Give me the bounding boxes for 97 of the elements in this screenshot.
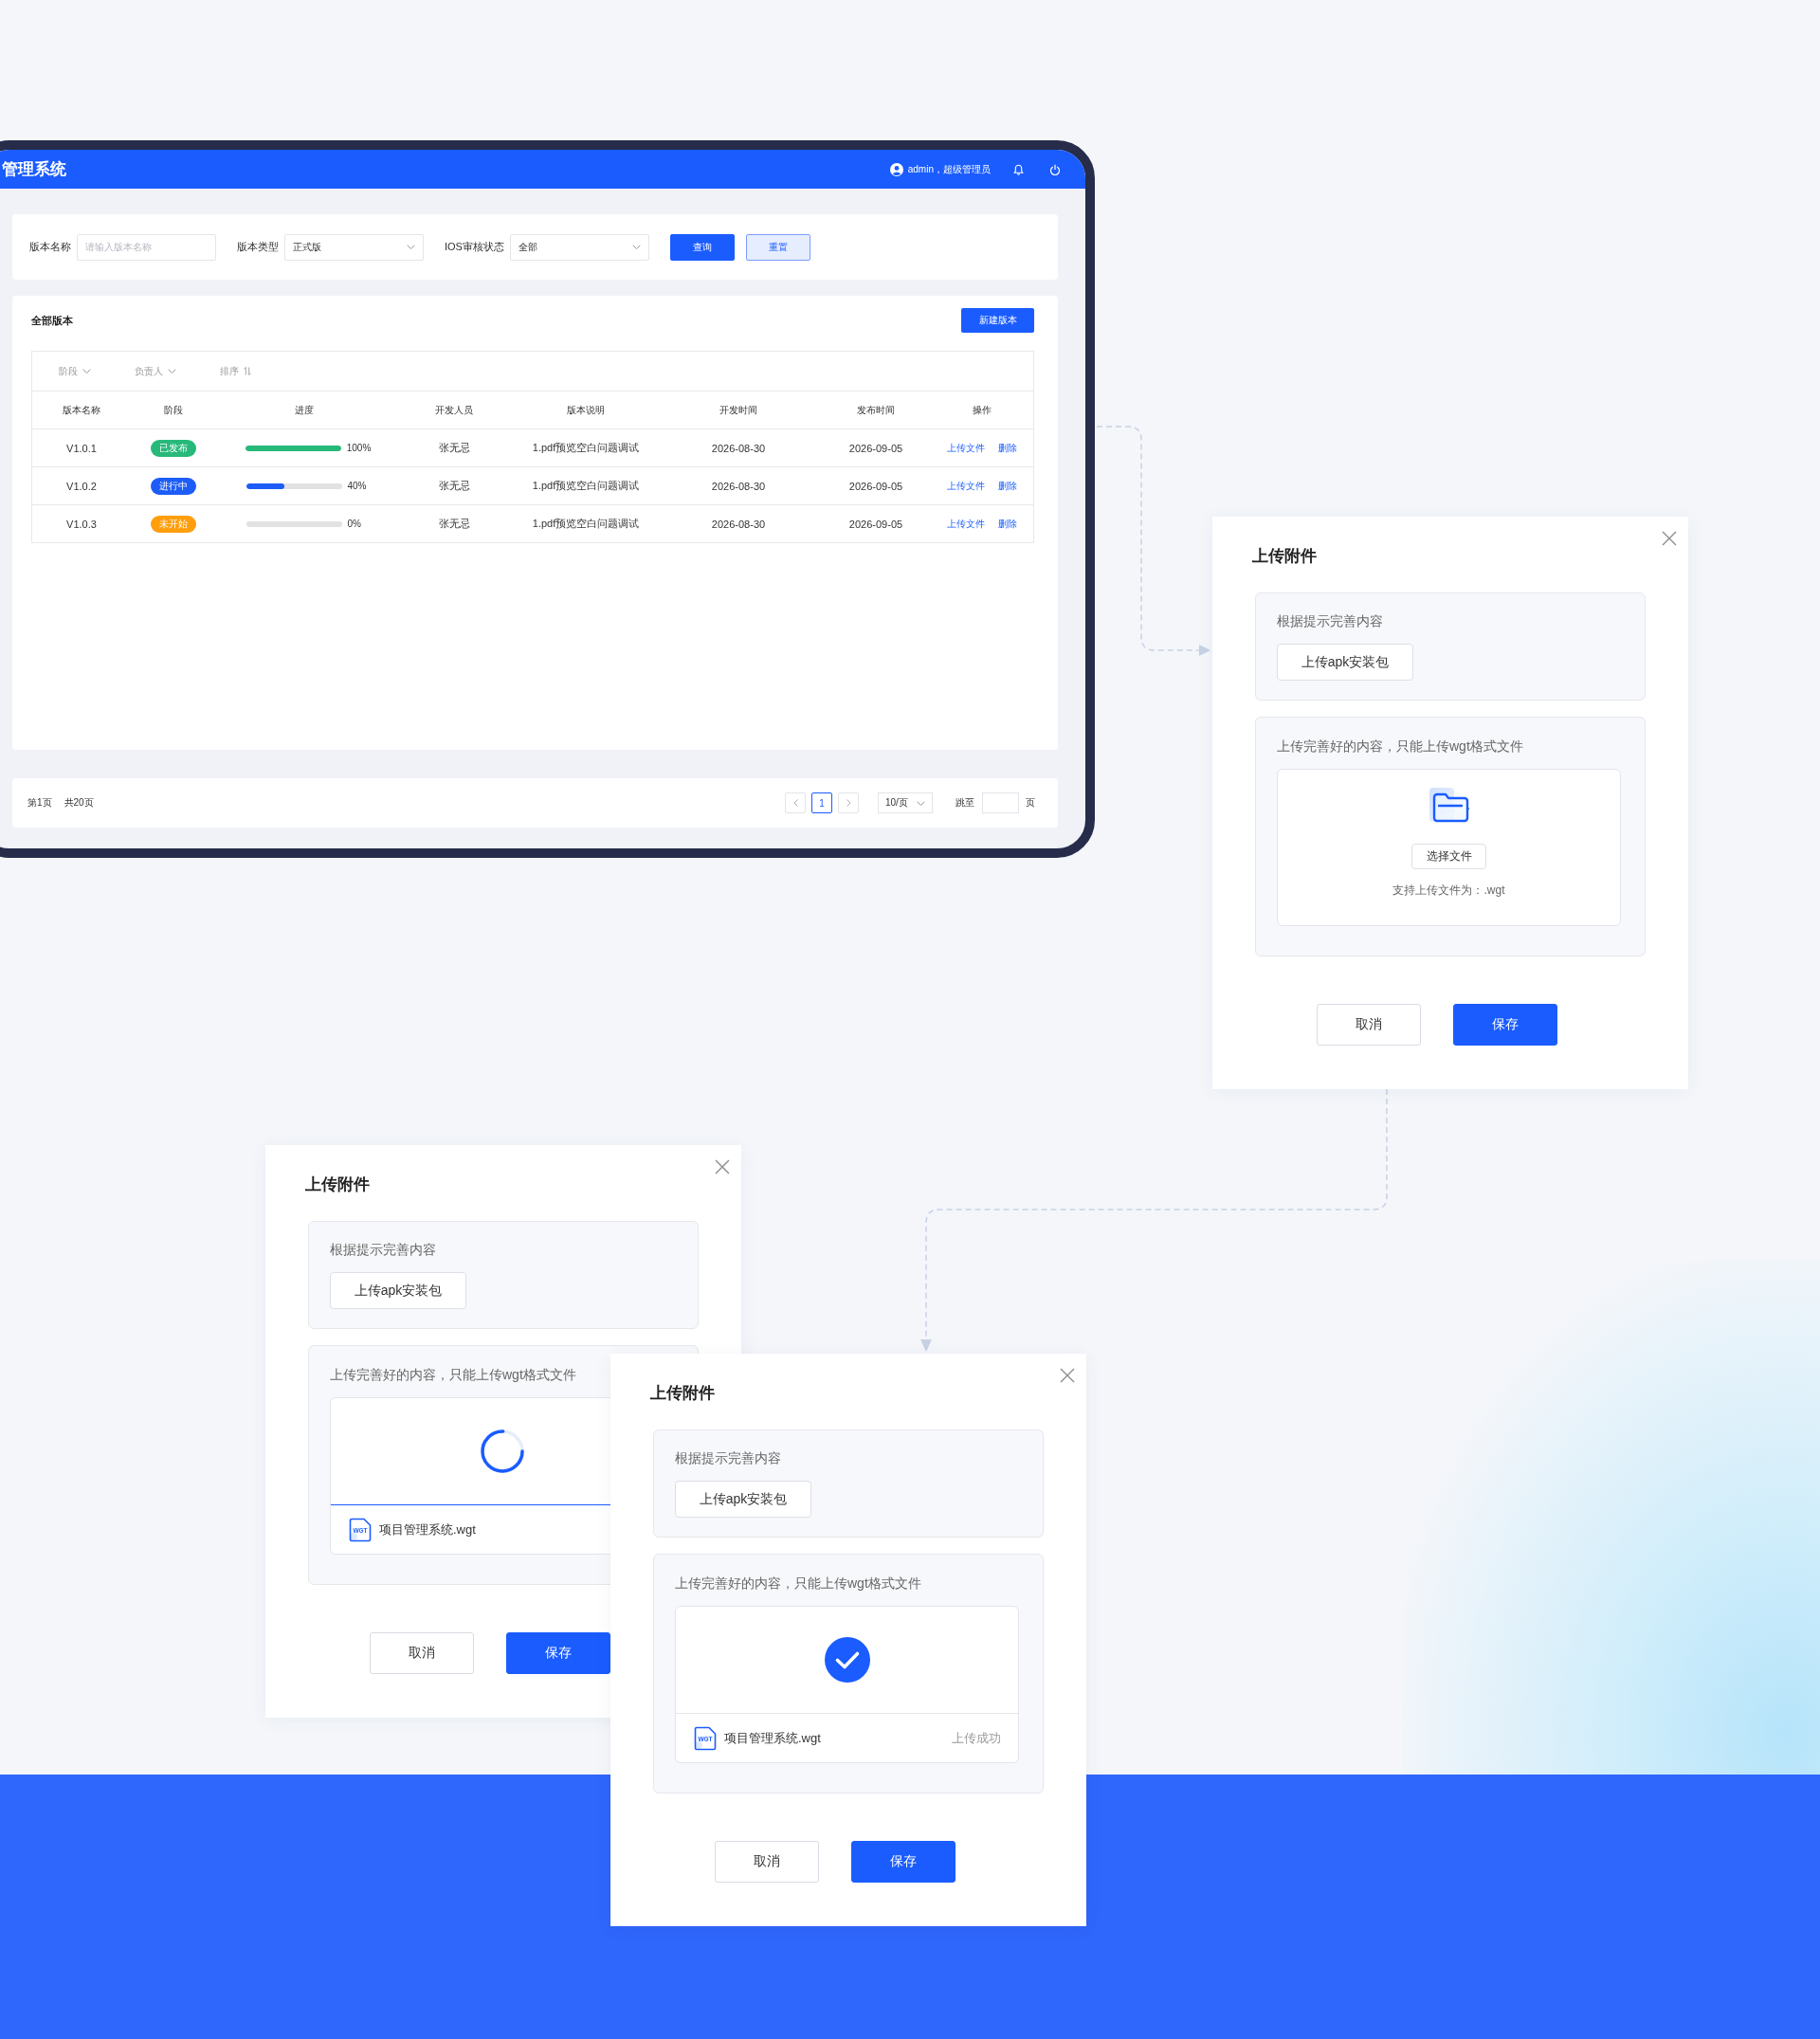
dialog-title: 上传附件 xyxy=(1252,546,1317,567)
chevron-down-icon xyxy=(631,245,641,249)
upload-apk-button[interactable]: 上传apk安装包 xyxy=(675,1481,811,1518)
chevron-down-icon xyxy=(82,369,91,373)
delete-link[interactable]: 删除 xyxy=(998,441,1017,455)
file-name: 项目管理系统.wgt xyxy=(379,1520,476,1538)
section-hint: 根据提示完善内容 xyxy=(330,1241,436,1259)
column-header: 操作 xyxy=(973,403,992,417)
table-cell: 2026-08-30 xyxy=(711,480,766,492)
progress-text: 0% xyxy=(347,519,362,529)
column-header: 版本名称 xyxy=(63,403,100,417)
page-unit-label: 页 xyxy=(1026,796,1035,810)
section-hint: 上传完善好的内容，只能上传wgt格式文件 xyxy=(1277,737,1523,756)
sort-toggle[interactable]: 排序 xyxy=(220,364,251,378)
table-cell: V1.0.1 xyxy=(66,442,97,454)
dialog-title: 上传附件 xyxy=(305,1174,370,1195)
filter-label: 版本类型 xyxy=(237,240,279,254)
jump-input-field[interactable] xyxy=(982,792,1019,813)
upload-link[interactable]: 上传文件 xyxy=(947,479,985,493)
section-title: 全部版本 xyxy=(31,313,73,328)
delete-link[interactable]: 删除 xyxy=(998,479,1017,493)
bell-icon[interactable] xyxy=(1013,163,1024,175)
upload-link[interactable]: 上传文件 xyxy=(947,441,985,455)
chevron-left-icon xyxy=(792,799,798,807)
dialog-title: 上传附件 xyxy=(650,1383,715,1404)
file-type-note: 支持上传文件为：.wgt xyxy=(1392,883,1505,898)
column-header: 开发人员 xyxy=(435,403,473,417)
section-hint: 根据提示完善内容 xyxy=(1277,612,1383,630)
current-page-label: 第1页 xyxy=(27,796,52,810)
close-icon[interactable] xyxy=(1662,531,1677,546)
table-cell: V1.0.3 xyxy=(66,518,97,530)
save-button[interactable]: 保存 xyxy=(851,1841,956,1883)
table-cell: 张无忌 xyxy=(438,479,470,493)
page-size-select[interactable]: 10/页 xyxy=(878,792,933,813)
filter-dropdown[interactable]: 阶段 xyxy=(59,364,91,378)
column-header: 开发时间 xyxy=(719,403,757,417)
table-cell: 2026-08-30 xyxy=(711,518,766,530)
save-button[interactable]: 保存 xyxy=(1453,1004,1557,1046)
progress-text: 40% xyxy=(347,481,368,491)
close-icon[interactable] xyxy=(715,1159,730,1174)
cancel-button[interactable]: 取消 xyxy=(370,1632,474,1674)
select-field[interactable]: 正式版 xyxy=(284,233,424,261)
upload-link[interactable]: 上传文件 xyxy=(947,517,985,531)
table-cell: 2026-09-05 xyxy=(848,480,903,492)
close-icon[interactable] xyxy=(1060,1368,1075,1383)
upload-apk-button[interactable]: 上传apk安装包 xyxy=(1277,644,1413,681)
folder-icon xyxy=(1429,788,1469,824)
new-version-button[interactable]: 新建版本 xyxy=(961,308,1034,333)
status-tag: 未开始 xyxy=(151,515,196,533)
choose-file-button[interactable]: 选择文件 xyxy=(1411,844,1486,869)
chevron-right-icon xyxy=(846,799,851,807)
progress-text: 100% xyxy=(346,443,372,453)
delete-link[interactable]: 删除 xyxy=(998,517,1017,531)
chevron-down-icon xyxy=(917,800,925,806)
table-cell: 2026-08-30 xyxy=(711,442,766,454)
reset-button[interactable]: 重置 xyxy=(745,233,810,261)
file-name: 项目管理系统.wgt xyxy=(724,1729,821,1747)
section-hint: 根据提示完善内容 xyxy=(675,1449,781,1467)
section-hint: 上传完善好的内容，只能上传wgt格式文件 xyxy=(330,1366,576,1384)
total-pages-label: 共20页 xyxy=(64,796,94,810)
power-icon[interactable] xyxy=(1049,163,1061,175)
table-cell: 1.pdf预览空白问题调试 xyxy=(532,441,640,455)
cancel-button[interactable]: 取消 xyxy=(715,1841,819,1883)
section-hint: 上传完善好的内容，只能上传wgt格式文件 xyxy=(675,1575,921,1593)
column-header: 版本说明 xyxy=(567,403,605,417)
column-header: 发布时间 xyxy=(857,403,895,417)
table-cell: 2026-09-05 xyxy=(848,442,903,454)
table-cell: V1.0.2 xyxy=(66,480,97,492)
chevron-down-icon xyxy=(168,369,176,373)
page-number-button[interactable]: 1 xyxy=(811,792,832,813)
table-cell: 2026-09-05 xyxy=(848,518,903,530)
sort-icon xyxy=(244,367,251,375)
save-button[interactable]: 保存 xyxy=(506,1632,610,1674)
table-cell: 1.pdf预览空白问题调试 xyxy=(532,517,640,531)
filter-label: IOS审核状态 xyxy=(445,240,504,254)
chevron-down-icon xyxy=(407,245,415,249)
table-cell: 1.pdf预览空白问题调试 xyxy=(532,479,640,493)
table-cell: 张无忌 xyxy=(438,441,470,455)
status-tag: 进行中 xyxy=(151,477,196,495)
jump-label: 跳至 xyxy=(956,796,974,810)
column-header: 阶段 xyxy=(164,403,183,417)
input-field[interactable]: 请输入版本名称 xyxy=(77,233,216,261)
app-title: 管理系统 xyxy=(2,159,66,180)
status-tag: 已发布 xyxy=(151,439,196,457)
avatar-icon xyxy=(889,162,903,176)
select-field[interactable]: 全部 xyxy=(509,233,649,261)
filter-dropdown[interactable]: 负责人 xyxy=(135,364,176,378)
upload-apk-button[interactable]: 上传apk安装包 xyxy=(330,1272,466,1309)
user-name: admin，超级管理员 xyxy=(907,162,991,176)
query-button[interactable]: 查询 xyxy=(669,233,735,261)
filter-label: 版本名称 xyxy=(29,240,71,254)
spinner-icon xyxy=(478,1428,526,1475)
table-cell: 张无忌 xyxy=(438,517,470,531)
upload-status: 上传成功 xyxy=(952,1729,1001,1747)
column-header: 进度 xyxy=(295,403,314,417)
check-circle-icon xyxy=(824,1637,870,1683)
cancel-button[interactable]: 取消 xyxy=(1317,1004,1421,1046)
